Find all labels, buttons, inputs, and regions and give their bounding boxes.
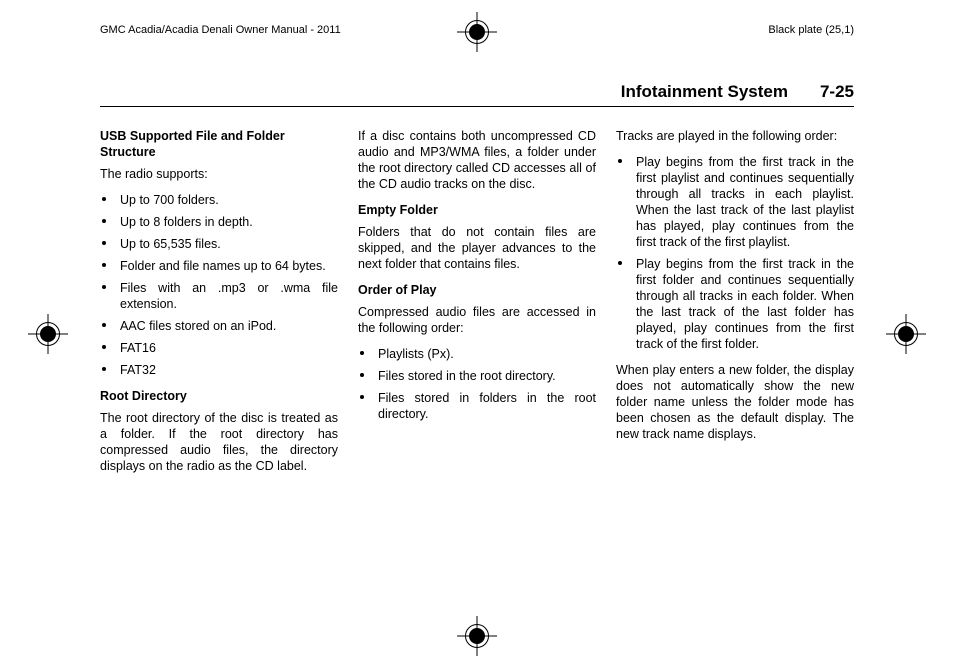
order-of-play-intro: Compressed audio files are accessed in t… [358, 304, 596, 336]
root-directory-heading: Root Directory [100, 388, 338, 404]
body-columns: USB Supported File and Folder Structure … [100, 128, 854, 484]
new-folder-display-body: When play enters a new folder, the displ… [616, 362, 854, 442]
list-item: Files stored in the root directory. [358, 368, 596, 384]
doc-title: GMC Acadia/Acadia Denali Owner Manual - … [100, 24, 341, 36]
section-name: Infotainment System [621, 82, 788, 102]
header-rule [100, 106, 854, 107]
running-head: Infotainment System 7-25 [621, 82, 854, 102]
list-item: Up to 700 folders. [100, 192, 338, 208]
empty-folder-body: Folders that do not contain files are sk… [358, 224, 596, 272]
list-item: FAT32 [100, 362, 338, 378]
column-3: Tracks are played in the following order… [616, 128, 854, 484]
list-item: Files with an .mp3 or .wma file extensio… [100, 280, 338, 312]
list-item: AAC files stored on an iPod. [100, 318, 338, 334]
list-item: Up to 8 folders in depth. [100, 214, 338, 230]
order-of-play-list: Playlists (Px). Files stored in the root… [358, 346, 596, 422]
print-header: GMC Acadia/Acadia Denali Owner Manual - … [100, 24, 854, 36]
page-number: 7-25 [820, 82, 854, 102]
list-item: FAT16 [100, 340, 338, 356]
tracks-order-list: Play begins from the first track in the … [616, 154, 854, 352]
radio-supports-intro: The radio supports: [100, 166, 338, 182]
list-item: Play begins from the first track in the … [616, 256, 854, 352]
usb-supports-list: Up to 700 folders. Up to 8 folders in de… [100, 192, 338, 378]
registration-mark-left [28, 314, 68, 354]
list-item: Files stored in folders in the root dire… [358, 390, 596, 422]
list-item: Playlists (Px). [358, 346, 596, 362]
column-2: If a disc contains both uncompressed CD … [358, 128, 596, 484]
tracks-order-intro: Tracks are played in the following order… [616, 128, 854, 144]
registration-mark-bottom [457, 616, 497, 656]
list-item: Up to 65,535 files. [100, 236, 338, 252]
list-item: Folder and file names up to 64 bytes. [100, 258, 338, 274]
empty-folder-heading: Empty Folder [358, 202, 596, 218]
registration-mark-right [886, 314, 926, 354]
list-item: Play begins from the first track in the … [616, 154, 854, 250]
usb-supported-heading: USB Supported File and Folder Structure [100, 128, 338, 160]
column-1: USB Supported File and Folder Structure … [100, 128, 338, 484]
order-of-play-heading: Order of Play [358, 282, 596, 298]
mixed-disc-body: If a disc contains both uncompressed CD … [358, 128, 596, 192]
root-directory-body: The root directory of the disc is treate… [100, 410, 338, 474]
plate-info: Black plate (25,1) [768, 24, 854, 36]
